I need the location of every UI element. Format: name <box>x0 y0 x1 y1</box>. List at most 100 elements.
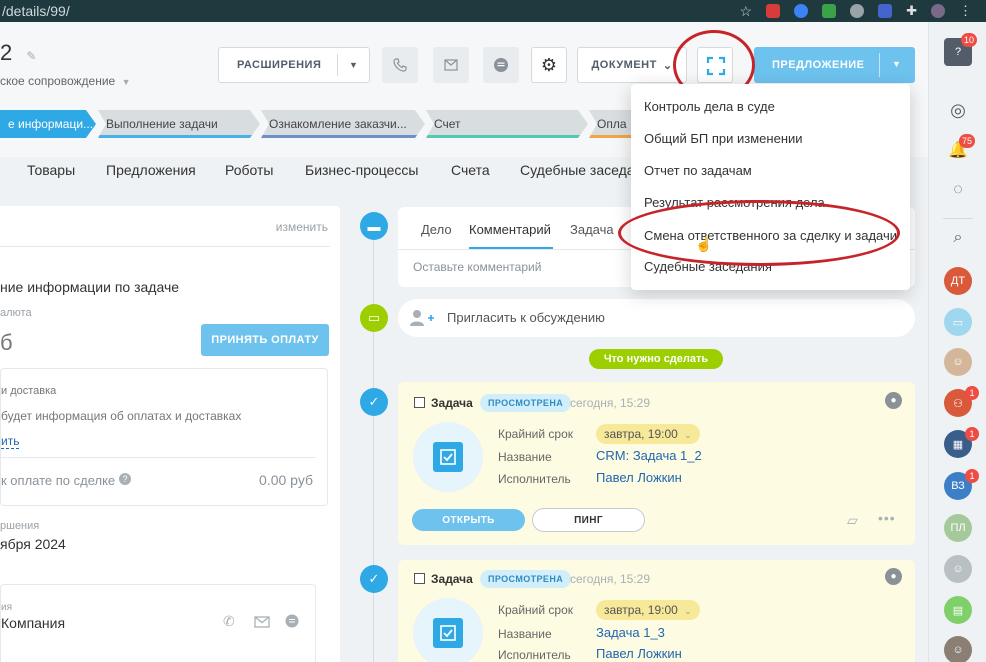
offer-button[interactable]: ПРЕДЛОЖЕНИЕ ▼ <box>754 47 915 83</box>
right-sidebar: ? 10 ◎ 🔔 75 ◌ ⌕ ДТ ▭ ☺ ⚇ 1 ▦ 1 ВЗ 1 ПЛ ☺… <box>928 22 986 662</box>
section-title: ние информации по задаче <box>0 279 180 295</box>
stage-item[interactable]: Выполнение задачи <box>98 110 260 138</box>
search-icon[interactable]: ⌕ <box>944 224 972 252</box>
tab-robots[interactable]: Роботы <box>225 162 273 178</box>
group-avatar[interactable]: ☺ <box>944 348 972 376</box>
tab-offers[interactable]: Предложения <box>106 162 196 178</box>
extension-v-icon[interactable] <box>878 4 893 18</box>
extension-globe-icon[interactable] <box>850 4 865 18</box>
assignee-label: Исполнитель <box>498 648 571 662</box>
deal-category[interactable]: ское сопровождение ▼ <box>0 74 130 88</box>
avatar[interactable]: ПЛ <box>944 514 972 542</box>
note-icon[interactable]: ▱ <box>847 512 858 529</box>
client-name[interactable]: Компания <box>1 615 65 631</box>
help-icon[interactable]: ? <box>119 473 131 485</box>
target-icon[interactable]: ◎ <box>944 96 972 124</box>
extensions-button[interactable]: РАСШИРЕНИЯ ▼ <box>218 47 370 83</box>
payment-delivery-card: и доставка будет информация об оплатах и… <box>0 368 328 506</box>
user-icon[interactable]: ● <box>885 568 902 585</box>
deadline-label: Крайний срок <box>498 603 574 617</box>
gear-icon: ⚙ <box>540 54 558 75</box>
settings-button[interactable]: ⚙ <box>531 47 567 83</box>
invite-label: Пригласить к обсуждению <box>447 310 605 325</box>
user-avatar[interactable]: ☺ <box>944 555 972 583</box>
task-time: сегодня, 15:29 <box>570 396 651 410</box>
comment-node-icon: ▬ <box>360 212 388 240</box>
ping-button[interactable]: ПИНГ <box>532 508 645 532</box>
mail-icon <box>444 59 458 71</box>
phone-icon[interactable]: ✆ <box>223 613 235 630</box>
payment-delivery-link[interactable]: ить <box>1 434 20 449</box>
more-icon[interactable]: ⋮ <box>959 3 972 19</box>
user-icon[interactable]: ● <box>885 392 902 409</box>
browser-toolbar: /details/99/ ☆ ✚ ⋮ <box>0 0 986 22</box>
assignee-link[interactable]: Павел Ложкин <box>596 470 682 485</box>
unread-badge: 1 <box>965 386 979 400</box>
add-user-icon <box>410 310 434 326</box>
composer-tab-task[interactable]: Задача <box>570 222 614 237</box>
chevron-down-icon: ⌄ <box>684 430 692 440</box>
chat-icon[interactable]: ◌ <box>944 176 972 204</box>
chat-bubble-icon[interactable]: ▭ <box>944 308 972 336</box>
open-task-button[interactable]: ОТКРЫТЬ <box>412 509 525 531</box>
extension-refresh-icon[interactable] <box>794 4 809 18</box>
menu-item-court-control[interactable]: Контроль дела в суде <box>644 99 775 114</box>
ping-label: ПИНГ <box>574 514 603 526</box>
edit-link[interactable]: изменить <box>276 220 328 234</box>
chat-button[interactable] <box>483 47 519 83</box>
document-icon[interactable]: ▤ <box>944 596 972 624</box>
assignee-link[interactable]: Павел Ложкин <box>596 646 682 661</box>
task-card: Задача ПРОСМОТРЕНА сегодня, 15:29 ● Край… <box>398 382 915 545</box>
task-checkbox[interactable] <box>414 573 425 584</box>
comment-input[interactable]: Оставьте комментарий <box>413 260 541 274</box>
invite-discussion-field[interactable]: Пригласить к обсуждению <box>398 299 915 337</box>
stage-label: Счет <box>434 117 461 131</box>
tab-invoices[interactable]: Счета <box>451 162 490 178</box>
call-button[interactable] <box>382 47 418 83</box>
address-bar[interactable]: /details/99/ <box>2 3 70 19</box>
chevron-down-icon[interactable]: ▼ <box>349 60 358 70</box>
tab-products[interactable]: Товары <box>27 162 75 178</box>
stage-label: е информаци... <box>8 117 94 131</box>
task-name-link[interactable]: CRM: Задача 1_2 <box>596 448 702 463</box>
avatar-initials: ВЗ <box>951 480 965 492</box>
todo-badge: Что нужно сделать <box>589 349 723 369</box>
task-name-link[interactable]: Задача 1_3 <box>596 625 665 640</box>
accept-payment-button[interactable]: ПРИНЯТЬ ОПЛАТУ <box>201 324 329 356</box>
annotation-ellipse <box>618 200 900 266</box>
extension-shield-icon[interactable] <box>822 4 837 18</box>
tab-business-processes[interactable]: Бизнес-процессы <box>305 162 418 178</box>
avatar[interactable]: ДТ <box>944 267 972 295</box>
stage-item[interactable]: Ознакомление заказчи... <box>261 110 425 138</box>
more-icon[interactable]: ••• <box>878 510 896 526</box>
status-badge: ПРОСМОТРЕНА <box>480 570 572 588</box>
stage-item[interactable]: Счет <box>426 110 588 138</box>
chat-icon <box>494 58 508 72</box>
deadline-pill[interactable]: завтра, 19:00 ⌄ <box>596 424 700 444</box>
puzzle-icon[interactable]: ✚ <box>906 3 917 19</box>
tab-court-hearings[interactable]: Судебные заседа <box>520 162 635 178</box>
user-avatar[interactable]: ☺ <box>944 636 972 662</box>
chevron-down-icon[interactable]: ▼ <box>892 59 901 69</box>
chat-icon[interactable] <box>285 614 299 628</box>
divider <box>337 54 338 76</box>
menu-item-general-bp[interactable]: Общий БП при изменении <box>644 131 803 146</box>
mail-icon[interactable] <box>254 616 270 628</box>
document-button[interactable]: ДОКУМЕНТ ⌄ <box>577 47 687 83</box>
deal-title: 2 ✎ <box>0 40 36 66</box>
pencil-icon[interactable]: ✎ <box>26 49 36 63</box>
stage-item[interactable]: е информаци... <box>0 110 96 138</box>
email-button[interactable] <box>433 47 469 83</box>
extension-red-icon[interactable] <box>766 4 781 18</box>
profile-icon[interactable] <box>931 4 945 18</box>
deadline-label: Крайний срок <box>498 427 574 441</box>
composer-tab-case[interactable]: Дело <box>421 222 452 237</box>
task-checkbox[interactable] <box>414 397 425 408</box>
document-label: ДОКУМЕНТ <box>591 59 657 71</box>
menu-item-task-report[interactable]: Отчет по задачам <box>644 163 752 178</box>
deadline-pill[interactable]: завтра, 19:00 ⌄ <box>596 600 700 620</box>
chevron-down-icon: ⌄ <box>684 606 692 616</box>
star-icon[interactable]: ☆ <box>740 3 753 20</box>
extensions-label: РАСШИРЕНИЯ <box>237 59 322 71</box>
composer-tab-comment[interactable]: Комментарий <box>469 222 551 237</box>
